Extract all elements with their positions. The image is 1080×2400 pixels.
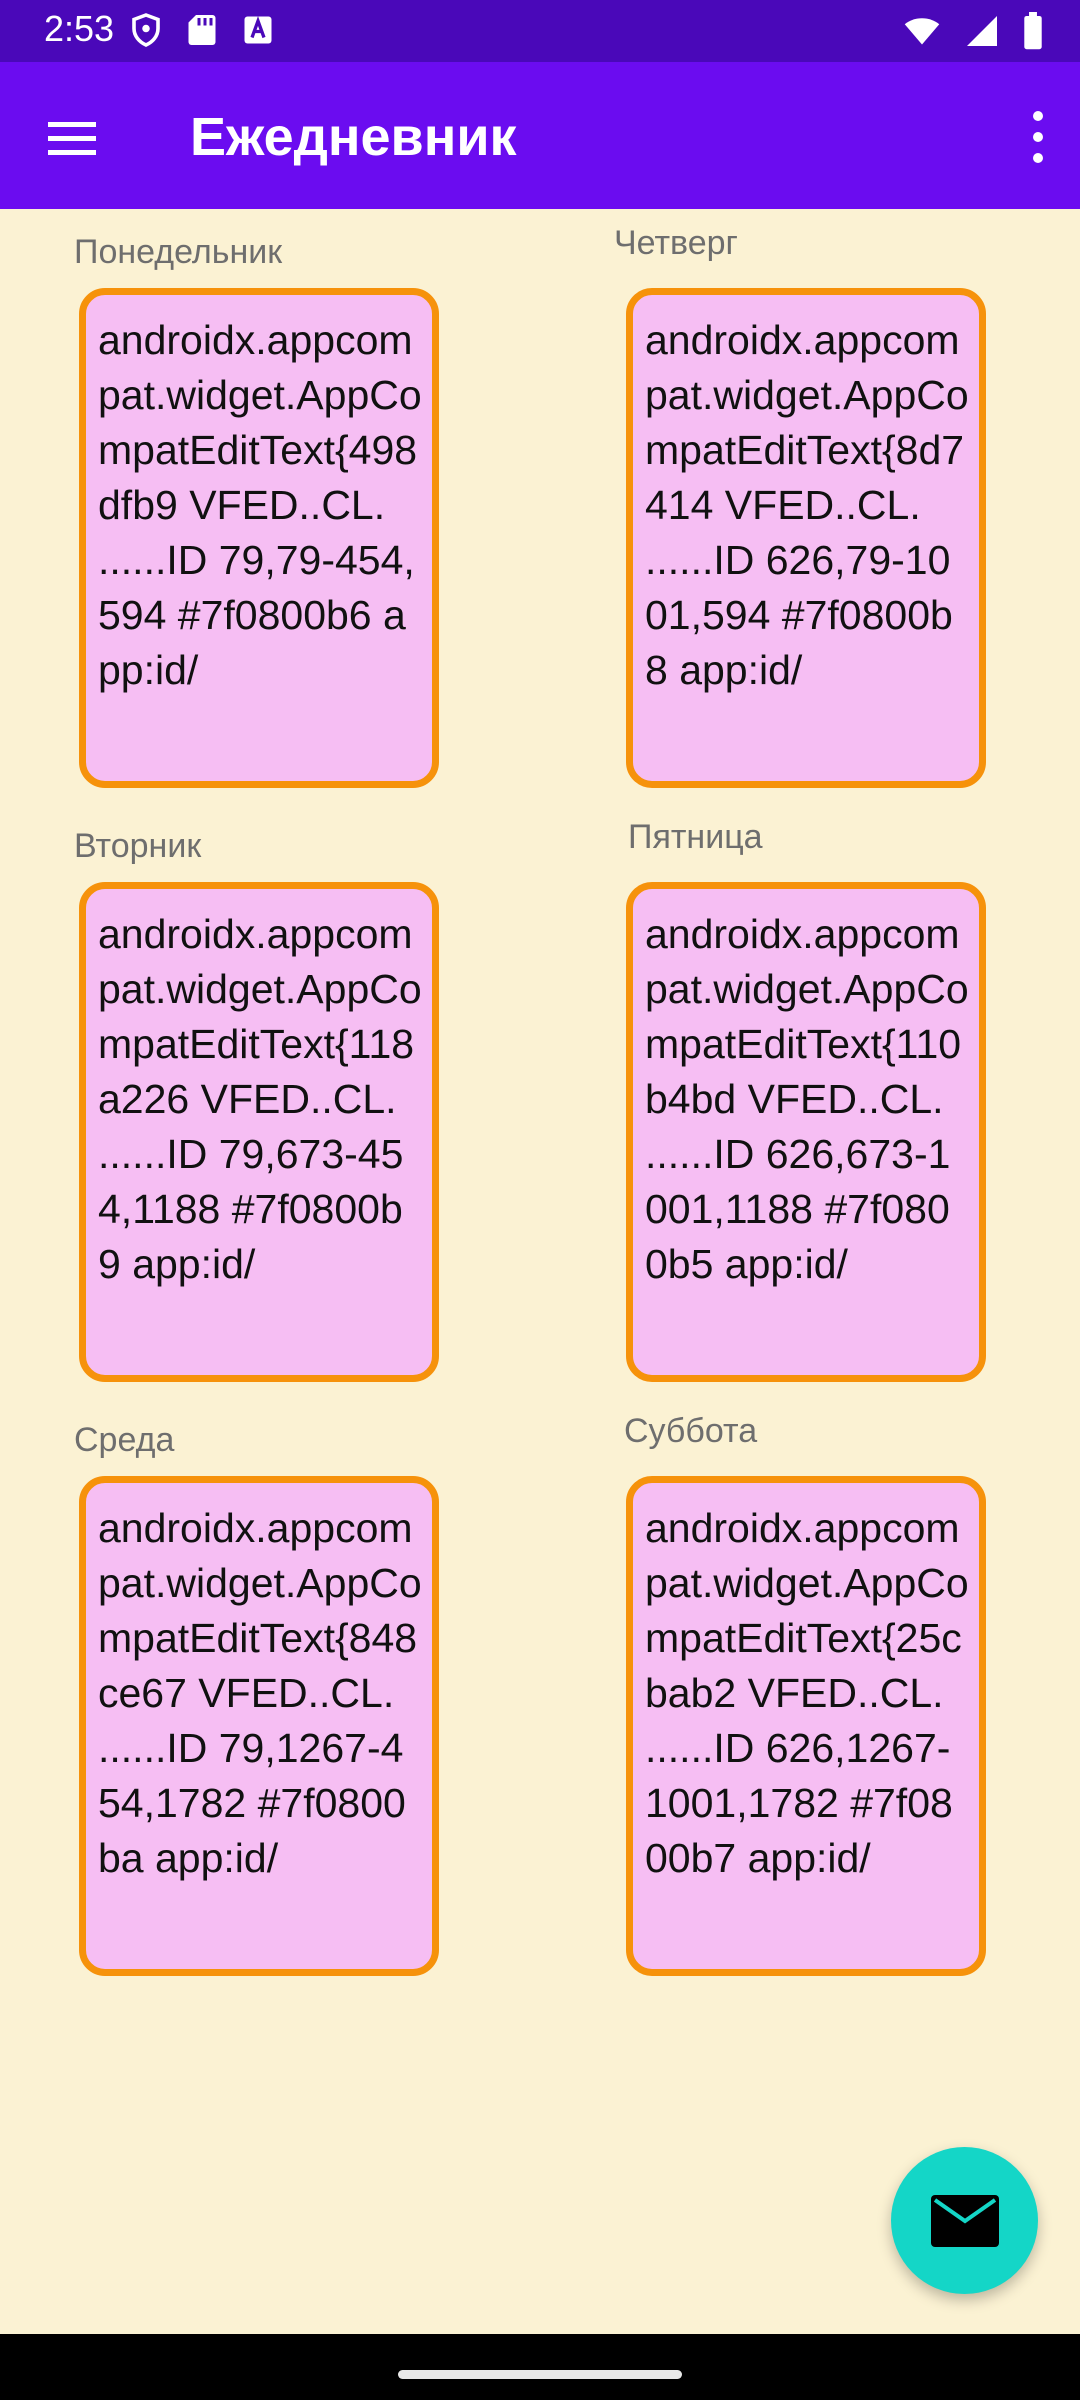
send-email-fab[interactable] bbox=[891, 2147, 1038, 2294]
navigation-bar bbox=[0, 2334, 1080, 2400]
day-label-monday: Понедельник bbox=[74, 233, 283, 271]
shield-icon bbox=[132, 13, 160, 47]
note-field-thursday[interactable]: androidx.appcompat.widget.AppCompatEditT… bbox=[626, 288, 986, 788]
home-gesture-handle[interactable] bbox=[398, 2370, 682, 2379]
day-label-wednesday: Среда bbox=[74, 1421, 175, 1459]
day-label-friday: Пятница bbox=[628, 818, 763, 856]
email-icon bbox=[930, 2194, 999, 2247]
app-bar: Ежедневник bbox=[0, 62, 1080, 209]
font-download-icon bbox=[244, 16, 272, 44]
day-label-saturday: Суббота bbox=[624, 1412, 758, 1450]
day-label-thursday: Четверг bbox=[614, 224, 738, 262]
week-grid: Понедельник androidx.appcompat.widget.Ap… bbox=[0, 209, 1080, 2334]
wifi-icon bbox=[904, 18, 940, 45]
battery-icon bbox=[1024, 12, 1042, 50]
note-field-tuesday[interactable]: androidx.appcompat.widget.AppCompatEditT… bbox=[79, 882, 439, 1382]
hamburger-menu-icon[interactable] bbox=[40, 114, 104, 162]
app-title: Ежедневник bbox=[190, 107, 517, 167]
more-vertical-icon[interactable] bbox=[1014, 102, 1062, 172]
note-field-saturday[interactable]: androidx.appcompat.widget.AppCompatEditT… bbox=[626, 1476, 986, 1976]
note-field-monday[interactable]: androidx.appcompat.widget.AppCompatEditT… bbox=[79, 288, 439, 788]
status-time: 2:53 bbox=[44, 8, 115, 49]
note-field-friday[interactable]: androidx.appcompat.widget.AppCompatEditT… bbox=[626, 882, 986, 1382]
status-bar: 2:53 bbox=[0, 0, 1080, 62]
diary-screen: 2:53 Ежедневник Понедельник androidx.app… bbox=[0, 0, 1080, 2400]
note-field-wednesday[interactable]: androidx.appcompat.widget.AppCompatEditT… bbox=[79, 1476, 439, 1976]
sd-card-icon bbox=[188, 15, 216, 45]
day-label-tuesday: Вторник bbox=[74, 827, 202, 865]
status-right-icons bbox=[902, 12, 1044, 50]
cellular-signal-icon bbox=[967, 16, 997, 46]
